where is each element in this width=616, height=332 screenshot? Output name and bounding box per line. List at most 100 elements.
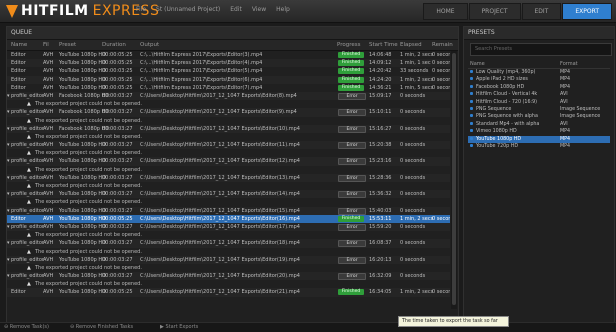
error-text: The exported project could not be opened… [35, 248, 142, 255]
start-exports-button[interactable]: ▶ Start Exports [160, 324, 198, 330]
cell-elapsed: 0 seconds [400, 92, 426, 99]
preset-item[interactable]: Hitfilm Cloud - Vertical 4k AVI [468, 91, 610, 98]
menu-item[interactable]: View [252, 6, 266, 13]
preset-item[interactable]: Apple iPad 2 HD sizes MP4 [468, 76, 610, 83]
col-progress[interactable]: Progress [337, 42, 360, 48]
queue-row[interactable]: ▾ profile_editor AVH Facebook 1080p HD 00:00… [7, 91, 450, 101]
cell-preset: YouTube 1080p HD [59, 191, 107, 198]
col-preset[interactable]: Preset [59, 42, 76, 48]
col-elapsed[interactable]: Elapsed [400, 42, 422, 48]
col-name[interactable]: Name [11, 42, 27, 48]
preset-name-text: YouTube 1080p HD [476, 136, 522, 142]
queue-row[interactable]: Editor AVH YouTube 1080p HD 00:00:05:25 C:\U… [7, 288, 450, 297]
preset-item[interactable]: Low Quality (mp4, 360p) MP4 [468, 69, 610, 76]
preset-item[interactable]: Vimeo 1080p HD MP4 [468, 128, 610, 135]
cell-remain: 0 seconds [432, 68, 450, 75]
queue-row[interactable]: ▾ profile_editor AVH YouTube 1080p HD 00:00:… [7, 157, 450, 166]
col-duration[interactable]: Duration [102, 42, 126, 48]
remove-tasks-button[interactable]: ⊖ Remove Task(s) [4, 324, 49, 330]
expand-icon[interactable]: ▾ [7, 224, 10, 230]
cell-out: C:\Users\Desktop\Hitfilm\2017_12_1047 Ex… [140, 174, 300, 181]
queue-scrollbar-thumb[interactable] [452, 53, 456, 305]
menu-item[interactable]: St (Unnamed Project) [156, 6, 220, 13]
preset-item[interactable]: PNG Sequence Image Sequence [468, 106, 610, 113]
preset-item[interactable]: Standard Mp4 - with alpha AVI [468, 121, 610, 128]
col-fil[interactable]: Fil [43, 42, 49, 48]
preset-item[interactable]: PNG Sequence with alpha Image Sequence [468, 113, 610, 120]
warning-icon: ▲ [27, 166, 31, 173]
col-remain[interactable]: Remain [432, 42, 453, 48]
queue-row[interactable]: Editor AVH YouTube 1080p HD 00:00:05:25 C:\.… [7, 59, 450, 68]
tab-project[interactable]: PROJECT [468, 3, 521, 20]
expand-icon[interactable]: ▾ [7, 191, 10, 197]
queue-row[interactable]: Editor AVH YouTube 1080p HD 00:00:03:25 C:\.… [7, 67, 450, 75]
queue-row[interactable]: ▾ profile_editor AVH YouTube 1080p HD 00:00:… [7, 255, 450, 264]
queue-row[interactable]: ▾ profile_editor AVH YouTube 1080p HD 00:00:… [7, 141, 450, 150]
preset-item[interactable]: YouTube 1080p HD MP4 [468, 135, 610, 143]
expand-icon[interactable]: ▾ [7, 142, 10, 148]
tab-export[interactable]: EXPORT [562, 3, 612, 20]
preset-item[interactable]: Hitfilm Cloud - 720 (16:9) AVI [468, 99, 610, 106]
remove-finished-button[interactable]: ⊖ Remove Finished Tasks [70, 324, 133, 330]
cell-name: profile_editor [11, 158, 45, 165]
cell-start: 14:06:48 [369, 52, 392, 58]
cell-fil: AVH [43, 142, 54, 149]
error-text: The exported project could not be opened… [35, 183, 142, 189]
cell-start: 14:20:42 [369, 68, 392, 75]
preset-name-text: PNG Sequence [476, 106, 512, 112]
tab-edit[interactable]: EDIT [521, 3, 562, 20]
expand-icon[interactable]: ▾ [7, 240, 10, 246]
cell-start: 15:28:36 [369, 174, 392, 181]
preset-item[interactable]: Facebook 1080p HD MP4 [468, 84, 610, 91]
col-preset-name[interactable]: Name [470, 61, 485, 67]
queue-row[interactable]: Editor AVH YouTube 1080p HD 00:00:05:25 C:\.… [7, 84, 450, 92]
col-preset-format[interactable]: Format [560, 61, 578, 67]
cell-out: C:\Users\Desktop\Hitfilm\2017_12_1047 Ex… [140, 142, 300, 149]
error-text: The exported project could not be opened… [35, 166, 142, 173]
tab-home[interactable]: HOME [423, 3, 468, 20]
expand-icon[interactable]: ▾ [7, 126, 10, 132]
preset-icon [470, 114, 473, 118]
queue-row[interactable]: ▾ profile_editor AVH YouTube 1080p HD 00:00:… [7, 239, 450, 248]
cell-fil: AVH [43, 191, 54, 198]
preset-icon [470, 136, 473, 140]
cell-dur: 00:00:03:27 [102, 125, 133, 132]
menu-item[interactable]: Help [276, 6, 290, 13]
cell-fil: AVH [43, 273, 54, 280]
queue-row[interactable]: ▾ profile_editor AVH Facebook 1080p HD 00:00… [7, 124, 450, 133]
menu-item[interactable]: File [136, 6, 146, 13]
cell-fil: AVH [43, 52, 54, 58]
preset-name: PNG Sequence [470, 106, 512, 112]
menu-item[interactable]: Edit [230, 6, 242, 13]
preset-format: MP4 [560, 129, 571, 135]
queue-row[interactable]: Editor AVH YouTube 1080p HD 00:00:05:25 C:\.… [7, 75, 450, 84]
cell-start: 15:40:03 [369, 207, 392, 214]
col-start-time[interactable]: Start Time [369, 42, 398, 48]
preset-search-input[interactable]: Search Presets [470, 43, 612, 56]
cell-out: C:\Users\Desktop\Hitfilm\2017_12_1047 Ex… [140, 256, 300, 263]
queue-row[interactable]: ▾ profile_editor AVH YouTube 1080p HD 00:00:… [7, 190, 450, 199]
queue-row[interactable]: ▾ profile_editor AVH YouTube 1080p HD 00:00:… [7, 222, 450, 232]
col-output[interactable]: Output [140, 42, 159, 48]
status-badge: Error [338, 273, 366, 281]
cell-out: C:\...\Hitfilm Express 2017\Exports\Edit… [140, 52, 263, 58]
expand-icon[interactable]: ▾ [7, 158, 10, 164]
main-menu: File St (Unnamed Project) Edit View Help [136, 6, 290, 13]
queue-scrollbar[interactable] [451, 51, 457, 309]
expand-icon[interactable]: ▾ [7, 175, 10, 181]
queue-row[interactable]: ▾ profile_editor AVH YouTube 1080p HD 00:00:… [7, 206, 450, 215]
expand-icon[interactable]: ▾ [7, 257, 10, 263]
expand-icon[interactable]: ▾ [7, 109, 10, 115]
warning-icon: ▲ [27, 199, 31, 206]
queue-row[interactable]: Editor AVH YouTube 1080p HD 00:00:05:25 C:\.… [7, 51, 450, 59]
cell-start: 15:53:11 [369, 215, 392, 222]
queue-row[interactable]: ▾ profile_editor AVH YouTube 1080p HD 00:00:… [7, 272, 450, 281]
expand-icon[interactable]: ▾ [7, 273, 10, 279]
expand-icon[interactable]: ▾ [7, 93, 10, 99]
queue-row[interactable]: ▾ profile_editor AVH YouTube 1080p HD 00:00:… [7, 173, 450, 182]
queue-row[interactable]: Editor AVH YouTube 1080p HD 00:00:05:25 C:\U… [7, 214, 450, 223]
expand-icon[interactable]: ▾ [7, 208, 10, 214]
preset-icon [470, 84, 473, 88]
preset-item[interactable]: YouTube 720p HD MP4 [468, 143, 610, 150]
queue-row[interactable]: ▾ profile_editor AVH Facebook 1080p HD 00:00… [7, 108, 450, 117]
